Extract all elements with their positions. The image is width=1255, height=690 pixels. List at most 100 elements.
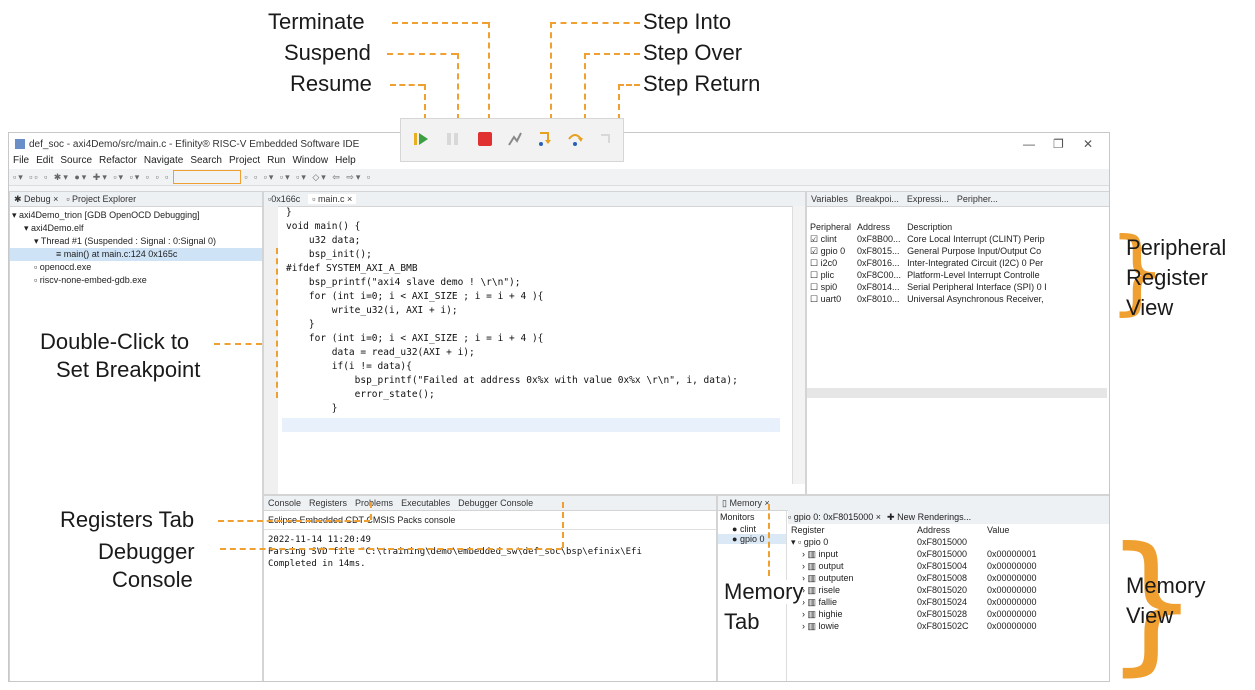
menu-item-run[interactable]: Run: [267, 155, 285, 169]
peripheral-checkbox[interactable]: ☐: [810, 282, 821, 292]
monitor-item[interactable]: ● gpio 0: [718, 534, 786, 544]
peripheral-name-cell[interactable]: ☑ clint: [807, 233, 854, 245]
register-value: 0x00000000: [987, 609, 1037, 619]
tree-item-frame[interactable]: ≡ main() at main.c:124 0x165c: [10, 248, 262, 261]
peripheral-name: plic: [820, 269, 835, 280]
peripheral-description: Inter-Integrated Circuit (I2C) 0 Per: [907, 258, 1044, 268]
monitor-item[interactable]: ● clint: [718, 524, 786, 534]
leader-line: [584, 53, 640, 55]
menu-item-refactor[interactable]: Refactor: [99, 155, 137, 169]
step-over-icon[interactable]: [565, 129, 585, 149]
peripheral-name-cell[interactable]: ☐ i2c0: [807, 257, 854, 269]
table-row[interactable]: ☐ uart0 0xF8010... Universal Asynchronous …: [807, 293, 1050, 305]
code-line: write_u32(i, AXI + i);: [286, 305, 458, 316]
restore-icon[interactable]: ❐: [1053, 137, 1064, 151]
leader-line: [768, 504, 770, 576]
table-row[interactable]: › ▥ highie 0xF8015028 0x00000000: [788, 608, 1040, 620]
disconnect-icon[interactable]: [505, 129, 525, 149]
table-row[interactable]: › ▥ outputen 0xF8015008 0x00000000: [788, 572, 1040, 584]
memory-tab-callout-line2: Tab: [724, 609, 760, 634]
tree-item-openocd[interactable]: ▫ openocd.exe: [10, 261, 262, 274]
tab-breakpoi[interactable]: Breakpoi...: [856, 194, 899, 204]
table-row[interactable]: › ▥ lowie 0xF801502C 0x00000000: [788, 620, 1040, 632]
editor-panel: ▫0x166c ▫ main.c × } void main() { u32 da…: [263, 191, 806, 495]
tab-debugger-console[interactable]: Debugger Console: [458, 498, 533, 508]
table-row[interactable]: ☐ plic 0xF8C00... Platform-Level Interrupt…: [807, 269, 1050, 281]
peripheral-description: Core Local Interrupt (CLINT) Perip: [907, 234, 1045, 244]
tree-item-gdb[interactable]: ▫ riscv-none-embed-gdb.exe: [10, 274, 262, 287]
col-description: Description: [907, 222, 953, 232]
peripheral-checkbox[interactable]: ☐: [810, 258, 821, 268]
step-into-icon[interactable]: [535, 129, 555, 149]
terminate-icon[interactable]: [475, 129, 495, 149]
suspend-icon[interactable]: [443, 129, 463, 149]
tab-project-explorer[interactable]: ▫ Project Explorer: [66, 194, 136, 204]
leader-line: [387, 53, 457, 55]
table-row[interactable]: ☑ gpio 0 0xF8015... General Purpose Input/…: [807, 245, 1050, 257]
register-address: 0xF8015028: [917, 609, 968, 619]
tab-expressi[interactable]: Expressi...: [907, 194, 949, 204]
peripheral-name-cell[interactable]: ☐ uart0: [807, 293, 854, 305]
register-name-cell: › ▥ output: [788, 560, 914, 572]
editor-scrollbar[interactable]: [792, 206, 805, 484]
tab-peripher[interactable]: Peripher...: [957, 194, 998, 204]
table-row[interactable]: ▾ ▫ gpio 0 0xF8015000: [788, 536, 1040, 548]
step-return-icon[interactable]: [595, 129, 615, 149]
table-row[interactable]: ☐ spi0 0xF8014... Serial Peripheral Interf…: [807, 281, 1050, 293]
registers-tab-callout: Registers Tab: [60, 507, 195, 532]
leader-line: [218, 520, 370, 522]
menu-item-navigate[interactable]: Navigate: [144, 155, 183, 169]
resume-icon[interactable]: [411, 129, 431, 149]
horizontal-scrollbar[interactable]: [807, 388, 1107, 398]
tab-disassembly[interactable]: ▫0x166c: [268, 194, 300, 204]
peripheral-name-cell[interactable]: ☑ gpio 0: [807, 245, 854, 257]
close-icon[interactable]: ✕: [1083, 137, 1093, 151]
menu-item-help[interactable]: Help: [335, 155, 356, 169]
tab-executables[interactable]: Executables: [401, 498, 450, 508]
tree-item-launch[interactable]: ▾ axi4Demo_trion [GDB OpenOCD Debugging]: [10, 209, 262, 222]
peripheral-checkbox[interactable]: ☑: [810, 246, 821, 256]
table-row[interactable]: › ▥ risele 0xF8015020 0x00000000: [788, 584, 1040, 596]
code-line: }: [286, 403, 338, 414]
peripheral-checkbox[interactable]: ☐: [810, 270, 821, 280]
tab-console[interactable]: Console: [268, 498, 301, 508]
menu-item-search[interactable]: Search: [190, 155, 222, 169]
code-editor[interactable]: } void main() { u32 data; bsp_init(); #ifd…: [286, 206, 738, 416]
tree-item-elf[interactable]: ▾ axi4Demo.elf: [10, 222, 262, 235]
menu-item-project[interactable]: Project: [229, 155, 260, 169]
code-line: bsp_init();: [286, 249, 372, 260]
peripheral-checkbox[interactable]: ☑: [810, 234, 821, 244]
register-name-cell: › ▥ risele: [788, 584, 914, 596]
table-row[interactable]: ☐ i2c0 0xF8016... Inter-Integrated Circuit…: [807, 257, 1050, 269]
tab-debug[interactable]: ✱ Debug ×: [14, 194, 58, 205]
menu-item-file[interactable]: File: [13, 155, 29, 169]
memory-table: Register Address Value ▾ ▫ gpio 0 0xF801…: [788, 524, 1040, 632]
tree-item-thread[interactable]: ▾ Thread #1 (Suspended : Signal : 0:Sign…: [10, 235, 262, 248]
menu-item-edit[interactable]: Edit: [36, 155, 53, 169]
toolbar-icons-more[interactable]: ▫ ▫ ▫▾ ▫▾ ▫▾ ◇▾ ⇦ ⇨▾ ▫: [244, 172, 372, 183]
register-name: input: [818, 548, 839, 559]
tab-registers[interactable]: Registers: [309, 498, 347, 508]
menu-item-window[interactable]: Window: [292, 155, 328, 169]
peripheral-name-cell[interactable]: ☐ plic: [807, 269, 854, 281]
peripheral-name-cell[interactable]: ☐ spi0: [807, 281, 854, 293]
tab-problems[interactable]: Problems: [355, 498, 393, 508]
table-row[interactable]: ☑ clint 0xF8B00... Core Local Interrupt (C…: [807, 233, 1050, 245]
memory-view-callout-line1: Memory: [1126, 573, 1206, 598]
register-icon: › ▥: [802, 608, 819, 619]
toolbar-icons[interactable]: ▫▾ ▫▫ ▫ ✱▾ ●▾ ✚▾ ▫▾ ▫▾ ▫ ▫ ▫: [13, 172, 170, 183]
peripheral-checkbox[interactable]: ☐: [810, 294, 821, 304]
console-panel: Console Registers Problems Executables Debug…: [263, 495, 717, 681]
table-row[interactable]: › ▥ input 0xF8015000 0x00000001: [788, 548, 1040, 560]
table-row[interactable]: › ▥ fallie 0xF8015024 0x00000000: [788, 596, 1040, 608]
tab-memory[interactable]: ▯ Memory ×: [722, 498, 770, 509]
new-renderings-tab[interactable]: ✚ New Renderings...: [887, 512, 971, 523]
table-row[interactable]: › ▥ output 0xF8015004 0x00000000: [788, 560, 1040, 572]
peripheral-description: General Purpose Input/Output Co: [907, 246, 1042, 256]
minimize-icon[interactable]: —: [1023, 137, 1035, 151]
tab-rendering[interactable]: ▫ gpio 0: 0xF8015000 ×: [788, 512, 881, 522]
tab-variables[interactable]: Variables: [811, 194, 848, 204]
leader-line: [488, 22, 490, 120]
menu-item-source[interactable]: Source: [60, 155, 92, 169]
tab-main-c[interactable]: ▫ main.c ×: [308, 194, 357, 204]
